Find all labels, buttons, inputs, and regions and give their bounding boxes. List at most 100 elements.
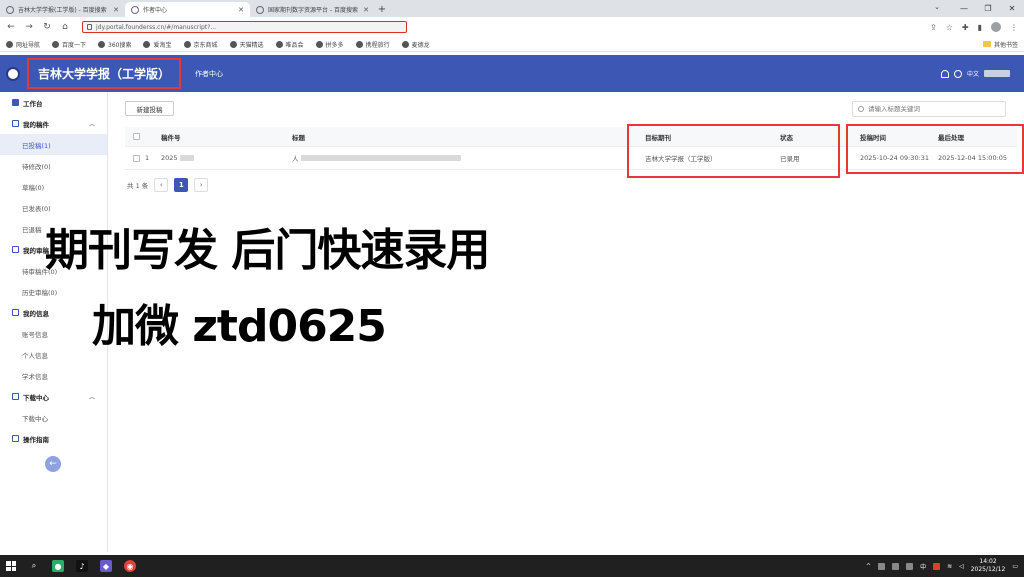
tray-chevron-icon[interactable]: ^ (866, 563, 871, 570)
bookmark-item[interactable]: 360搜索 (98, 40, 131, 49)
app-icon[interactable]: ◆ (100, 560, 112, 572)
search-icon[interactable]: ⌕ (28, 560, 40, 572)
row-checkbox[interactable] (133, 154, 140, 162)
journal-logo (6, 66, 20, 81)
page-number-button[interactable]: 1 (174, 178, 189, 192)
bookmark-icon (183, 40, 191, 48)
bookmark-icon (52, 40, 60, 48)
download-icon (12, 393, 19, 400)
tab-close-icon[interactable]: ✕ (113, 6, 119, 14)
home-icon[interactable]: ⌂ (60, 22, 70, 32)
bookmark-item[interactable]: 百度一下 (52, 40, 86, 49)
sidebar-group-manuscripts[interactable]: 我的稿件 ︿ (0, 113, 107, 134)
select-all-checkbox[interactable] (133, 133, 140, 140)
bookmark-item[interactable]: 唯品会 (275, 40, 304, 49)
sidebar-item-account[interactable]: 账号信息 (0, 323, 107, 344)
monitor-icon (12, 99, 19, 106)
bookmark-item[interactable]: 京东商城 (183, 40, 218, 49)
tab-close-icon[interactable]: ✕ (238, 6, 244, 14)
browser-tab[interactable]: 国家期刊数字资源平台 - 百度搜索 ✕ (250, 2, 375, 17)
tab-title: 吉林大学学报(工学版) - 百度搜索 (18, 7, 107, 14)
bookmark-icon (401, 40, 409, 48)
menu-kebab-icon[interactable]: ⋮ (1010, 23, 1018, 32)
bookmark-item[interactable]: 爱淘宝 (143, 40, 172, 49)
browser-tab-active[interactable]: 作者中心 ✕ (125, 2, 250, 17)
wechat-icon[interactable]: ● (52, 560, 64, 572)
url-input[interactable]: jdy.portal.founderss.cn/#/manuscript?... (82, 21, 407, 33)
sidebar-item-download-center[interactable]: 下载中心 (0, 407, 107, 428)
sidebar-group-download[interactable]: 下载中心 ︿ (0, 386, 107, 407)
sidepanel-icon[interactable]: ▮ (978, 23, 982, 32)
browser-tab-strip: 吉林大学学报(工学版) - 百度搜索 ✕ 作者中心 ✕ 国家期刊数字资源平台 -… (0, 0, 1024, 17)
journal-title: 吉林大学学报（工学版） (27, 58, 182, 89)
collapse-sidebar-button[interactable]: ← (45, 456, 61, 472)
prev-page-button[interactable]: ‹ (154, 178, 169, 192)
app-header: 吉林大学学报（工学版） 作者中心 中文 (0, 55, 1024, 92)
chrome-icon[interactable]: ◉ (124, 560, 136, 572)
share-icon[interactable]: ⇪ (930, 23, 937, 32)
bell-icon[interactable] (940, 69, 949, 78)
volume-icon[interactable]: ◁ (959, 563, 964, 570)
row-title[interactable]: 人 (292, 147, 461, 169)
sidebar-group-info[interactable]: 我的信息 (0, 302, 107, 323)
profile-avatar[interactable] (991, 22, 1001, 32)
new-tab-button[interactable]: + (375, 2, 389, 17)
new-submission-button[interactable]: 新建投稿 (125, 101, 174, 116)
minimize-icon[interactable]: — (952, 0, 976, 17)
review-icon (12, 246, 19, 253)
nav-author-center[interactable]: 作者中心 (195, 69, 223, 79)
col-target-journal: 目标期刊 (645, 133, 671, 142)
back-icon[interactable]: ← (6, 22, 16, 32)
overlay-ad-line-1: 期刊写发 后门快速录用 (45, 225, 490, 276)
wifi-icon[interactable]: ≋ (947, 563, 952, 570)
extensions-icon[interactable]: ✚ (962, 23, 969, 32)
bookmark-star-icon[interactable]: ☆ (946, 23, 953, 32)
row-submit-time: 2025-10-24 09:30:31 (860, 154, 930, 162)
bookmark-folder[interactable]: 其他书签 (982, 40, 1018, 49)
col-manuscript-no: 稿件号 (161, 133, 181, 142)
next-page-button[interactable]: › (194, 178, 209, 192)
sidebar-item-drafts[interactable]: 草稿(0) (0, 176, 107, 197)
sidebar-item-submitted[interactable]: 已投稿(1) (0, 134, 107, 155)
bookmark-icon (6, 40, 13, 48)
language-switch[interactable]: 中文 (967, 69, 979, 78)
sidebar-item-to-revise[interactable]: 待修改(0) (0, 155, 107, 176)
tray-app-icon[interactable] (878, 562, 886, 570)
tab-favicon-icon (256, 5, 264, 14)
browser-tab[interactable]: 吉林大学学报(工学版) - 百度搜索 ✕ (0, 2, 125, 17)
notification-icon[interactable]: ▭ (1012, 563, 1018, 570)
sidebar-item-history-review[interactable]: 历史审稿(0) (0, 281, 107, 302)
bookmark-item[interactable]: 拼多多 (315, 40, 344, 49)
tiktok-icon[interactable]: ♪ (76, 560, 88, 572)
search-box (852, 101, 1006, 117)
bookmark-item[interactable]: 天猫精选 (229, 40, 264, 49)
search-input[interactable] (868, 105, 998, 113)
reload-icon[interactable]: ↻ (42, 22, 52, 32)
tab-title: 国家期刊数字资源平台 - 百度搜索 (268, 7, 358, 14)
bookmark-item[interactable]: 麦德龙 (401, 40, 430, 49)
close-window-icon[interactable]: ✕ (1000, 0, 1024, 17)
bookmark-item[interactable]: 携程旅行 (355, 40, 390, 49)
sidebar-item-guide[interactable]: 操作指南 (0, 428, 107, 449)
user-name-redacted[interactable] (984, 70, 1010, 77)
tray-app-icon[interactable] (892, 562, 900, 570)
input-method-indicator[interactable]: 中 (920, 562, 926, 571)
sidebar-item-personal[interactable]: 个人信息 (0, 344, 107, 365)
pagination: 共 1 条 ‹ 1 › (127, 178, 209, 192)
tray-app-icon[interactable] (906, 562, 914, 570)
sidebar-item-workspace[interactable]: 工作台 (0, 92, 107, 113)
bookmark-item[interactable]: 网址导航 (6, 40, 40, 49)
tab-search-icon[interactable]: ⌄ (934, 3, 940, 11)
tab-close-icon[interactable]: ✕ (363, 6, 369, 14)
col-title: 标题 (292, 133, 305, 142)
maximize-icon[interactable]: ❐ (976, 0, 1000, 17)
windows-start-icon[interactable] (6, 561, 16, 571)
sidebar-item-academic[interactable]: 学术信息 (0, 365, 107, 386)
globe-icon[interactable] (953, 69, 962, 78)
system-clock[interactable]: 14:02 2025/12/12 (971, 558, 1006, 574)
col-status: 状态 (780, 133, 793, 142)
forward-icon[interactable]: → (24, 22, 34, 32)
table-row[interactable]: 1 2025 人 吉林大学学报（工学版） 已录用 2025-10-24 09:3… (125, 147, 1017, 170)
tray-app-icon[interactable] (933, 562, 941, 570)
bookmark-icon (143, 40, 151, 48)
